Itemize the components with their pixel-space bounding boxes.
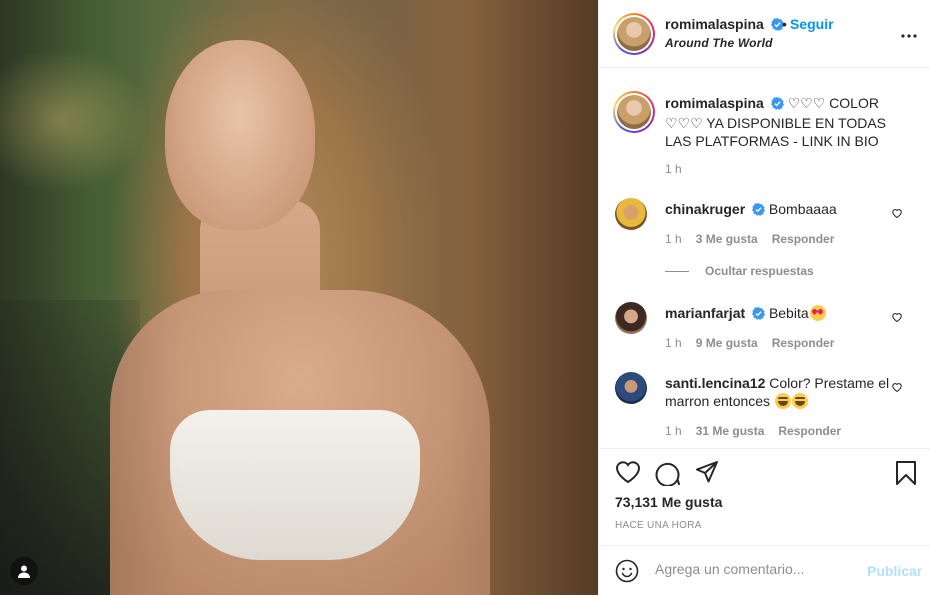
verified-badge-icon	[752, 202, 766, 220]
comment-meta: 1 h 3 Me gusta Responder	[665, 232, 848, 246]
photo-vignette	[0, 0, 598, 595]
bookmark-icon[interactable]	[895, 460, 917, 489]
reply-button[interactable]: Responder	[778, 424, 841, 438]
divider-line	[665, 271, 689, 273]
caption-author-avatar[interactable]	[613, 91, 655, 133]
comment-body: chinakruger Bombaaaa	[665, 200, 895, 220]
user-tag-icon[interactable]	[10, 557, 38, 585]
post-caption: romimalaspina ♡♡♡ COLOR ♡♡♡ YA DISPONIBL…	[665, 94, 915, 150]
publish-button[interactable]: Publicar	[867, 563, 922, 579]
post-timestamp[interactable]: HACE UNA HORA	[615, 520, 702, 531]
post-photo[interactable]	[0, 0, 598, 595]
comment-time[interactable]: 1 h	[665, 424, 682, 438]
more-options-icon[interactable]	[901, 26, 917, 42]
comment-body: santi.lencina12 Color? Prestame el marro…	[665, 374, 895, 410]
comment-text: Bebita	[768, 305, 809, 321]
follow-button[interactable]: Seguir	[790, 16, 834, 32]
add-comment-bar: Publicar	[599, 545, 930, 595]
comment-body: marianfarjat Bebita	[665, 304, 895, 324]
caption-time[interactable]: 1 h	[665, 162, 682, 176]
emoji-icon[interactable]	[615, 559, 639, 586]
comment-heart-icon[interactable]	[891, 310, 903, 326]
tears-of-joy-emoji-icon	[791, 393, 808, 409]
author-username-row: romimalaspina	[665, 16, 784, 34]
comment-heart-icon[interactable]	[891, 206, 903, 222]
comment-heart-icon[interactable]	[891, 380, 903, 396]
hide-replies-label: Ocultar respuestas	[705, 264, 814, 278]
actions-divider	[599, 448, 930, 449]
heart-eyes-emoji-icon	[809, 305, 826, 321]
post-location[interactable]: Around The World	[665, 36, 773, 50]
caption-username[interactable]: romimalaspina	[665, 95, 764, 111]
separator-dot: •	[782, 16, 787, 32]
post-side-panel: romimalaspina • Seguir Around The World …	[598, 0, 930, 595]
post-header: romimalaspina • Seguir Around The World	[599, 0, 930, 68]
comment-time[interactable]: 1 h	[665, 336, 682, 350]
heart-icon[interactable]	[615, 460, 641, 487]
comment-avatar[interactable]	[615, 372, 647, 404]
comment-text: Bombaaaa	[768, 201, 837, 217]
reply-button[interactable]: Responder	[772, 232, 835, 246]
comment-avatar[interactable]	[615, 198, 647, 230]
comment-icon[interactable]	[655, 460, 681, 489]
tears-of-joy-emoji-icon	[774, 393, 791, 409]
comment-avatar[interactable]	[615, 302, 647, 334]
author-avatar[interactable]	[613, 13, 655, 55]
comment-likes[interactable]: 3 Me gusta	[696, 232, 758, 246]
comment-username[interactable]: chinakruger	[665, 201, 745, 217]
reply-button[interactable]: Responder	[772, 336, 835, 350]
comment-input[interactable]	[655, 561, 855, 577]
author-username[interactable]: romimalaspina	[665, 16, 764, 32]
likes-count[interactable]: 73,131 Me gusta	[615, 494, 722, 510]
share-icon[interactable]	[695, 460, 719, 487]
comment-likes[interactable]: 9 Me gusta	[696, 336, 758, 350]
comment-likes[interactable]: 31 Me gusta	[696, 424, 765, 438]
verified-badge-icon	[770, 96, 784, 114]
comment-meta: 1 h 31 Me gusta Responder	[665, 424, 855, 438]
comment-time[interactable]: 1 h	[665, 232, 682, 246]
comment-meta: 1 h 9 Me gusta Responder	[665, 336, 848, 350]
comment-username[interactable]: santi.lencina12	[665, 375, 765, 391]
verified-badge-icon	[752, 306, 766, 324]
comment-username[interactable]: marianfarjat	[665, 305, 745, 321]
hide-replies-button[interactable]: Ocultar respuestas	[665, 264, 814, 278]
